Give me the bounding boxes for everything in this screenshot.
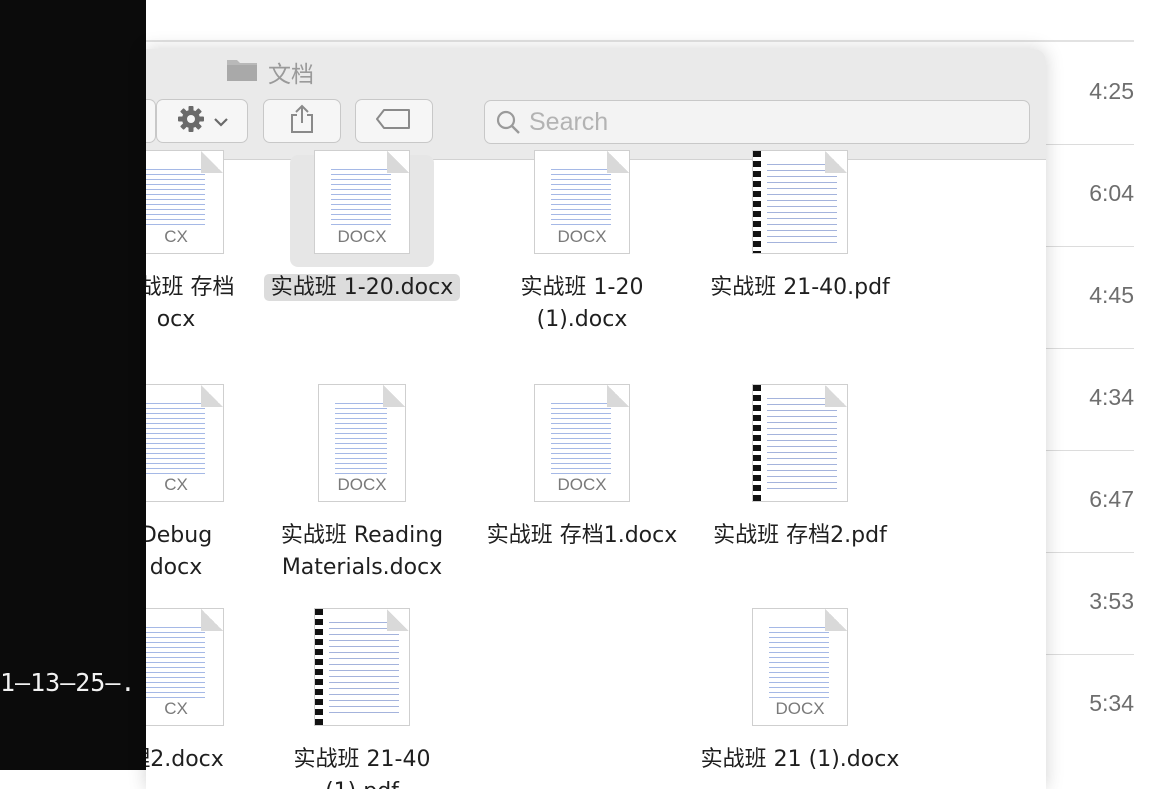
file-name: 实战班 21-40(1).pdf	[293, 747, 431, 789]
search-field[interactable]: Search	[484, 100, 1030, 144]
chevron-down-icon	[214, 112, 228, 131]
file-thumbnail: DOCX	[314, 150, 410, 254]
terminal-line: 1–13–25–.	[0, 668, 136, 697]
file-name: 实战班 1-20 (1).docx	[520, 275, 644, 332]
file-thumbnail: DOCX	[534, 384, 630, 502]
view-button[interactable]	[146, 99, 156, 143]
file-name: 实战班 存档1.docx	[486, 523, 678, 548]
window-title: 文档	[226, 56, 314, 88]
file-thumbnail: CX	[146, 608, 224, 726]
file-thumbnail	[752, 150, 848, 254]
file-grid: CX 实战班 存档ocx DOCX 实战班 1-20.docx DOCX 实战班…	[146, 150, 1046, 789]
file-thumbnail: CX	[146, 150, 224, 254]
file-thumbnail	[752, 384, 848, 502]
file-name: 实战班 1-20.docx	[252, 272, 472, 304]
terminal-window[interactable]: 1–13–25–.	[0, 0, 146, 770]
file-name: 实战班 存档2.pdf	[713, 523, 887, 548]
row-time: 6:47	[1089, 486, 1134, 512]
file-name: 实战班 21-40.pdf	[710, 275, 890, 300]
tags-button[interactable]	[355, 99, 433, 143]
search-icon	[495, 109, 521, 135]
search-placeholder: Search	[529, 107, 609, 136]
file-name: 实战班 21 (1).docx	[700, 747, 900, 772]
row-time: 4:25	[1089, 78, 1134, 104]
row-time: 5:34	[1089, 690, 1134, 716]
file-name: 实战班 Reading Materials.docx	[280, 523, 444, 580]
share-button[interactable]	[263, 99, 341, 143]
tag-icon	[376, 108, 412, 134]
row-time: 3:53	[1089, 588, 1134, 614]
row-time: 4:45	[1089, 282, 1134, 308]
folder-icon	[226, 56, 258, 88]
finder-toolbar: 文档 Search	[146, 49, 1046, 160]
row-time: 6:04	[1089, 180, 1134, 206]
file-thumbnail: DOCX	[752, 608, 848, 726]
share-icon	[289, 104, 315, 138]
file-thumbnail	[314, 608, 410, 726]
row-time: 4:34	[1089, 384, 1134, 410]
action-button[interactable]	[156, 99, 248, 143]
file-thumbnail: DOCX	[318, 384, 406, 502]
window-title-text: 文档	[268, 62, 314, 88]
file-thumbnail: DOCX	[534, 150, 630, 254]
file-thumbnail: CX	[146, 384, 224, 502]
gear-icon	[176, 104, 206, 138]
finder-window[interactable]: 文档 Search CX 战班 存档 ocx DOCX 实战班 1-20.doc…	[146, 49, 1046, 789]
